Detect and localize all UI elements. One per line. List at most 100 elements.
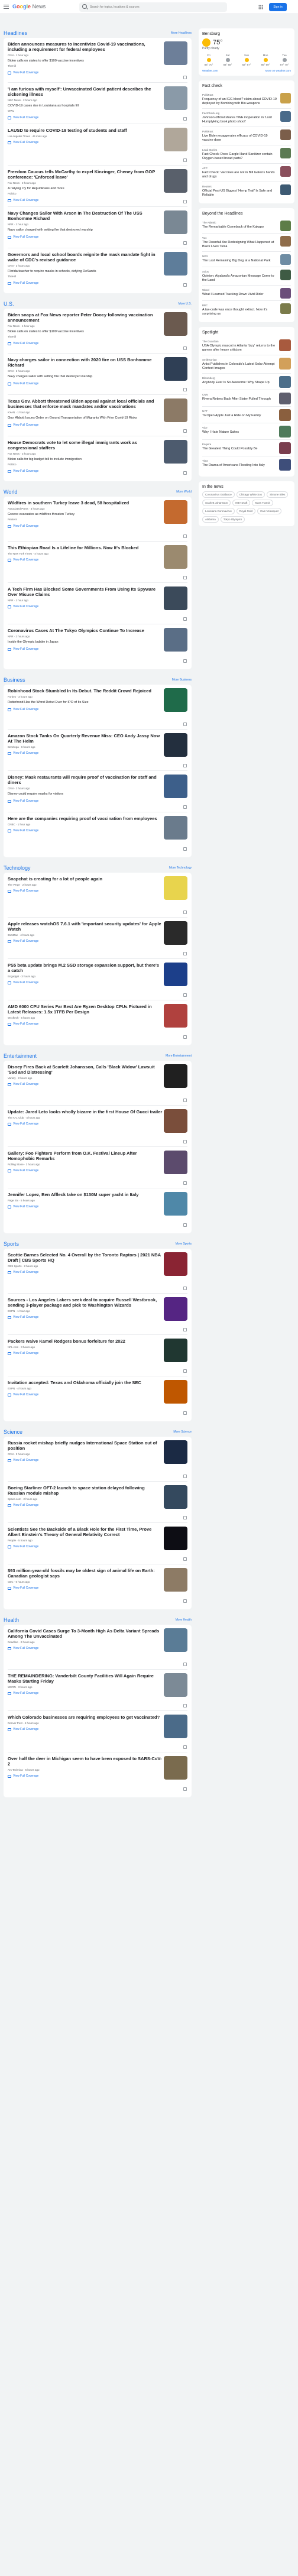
- related-story[interactable]: Greece evacuates as wildfires threaten T…: [8, 513, 163, 521]
- weather-source[interactable]: Weather.com: [202, 69, 218, 72]
- full-coverage-link[interactable]: View Full Coverage: [8, 382, 187, 385]
- share-icon[interactable]: [183, 1369, 187, 1373]
- story-title[interactable]: Which Colorado businesses are requiring …: [8, 1715, 163, 1720]
- story-title[interactable]: Navy Changes Sailor With Arson In The De…: [8, 210, 163, 221]
- story-title[interactable]: Disney Fires Back at Scarlett Johansson,…: [8, 1064, 163, 1075]
- story-thumbnail[interactable]: [164, 628, 187, 652]
- section-title[interactable]: Science: [4, 1429, 22, 1435]
- fact-check-item-thumbnail[interactable]: [280, 184, 291, 195]
- share-icon[interactable]: [183, 283, 187, 287]
- topic-chip[interactable]: Louisiana Coronavirus: [202, 508, 235, 514]
- fact-check-item-text[interactable]: Fact Check: Does Gargle Hand Sanitizer c…: [202, 153, 273, 160]
- sign-in-button[interactable]: Sign in: [269, 3, 287, 11]
- story-title[interactable]: Gallery: Foo Fighters Perform from O.K. …: [8, 1151, 163, 1161]
- topic-chip[interactable]: NBA Draft: [232, 500, 251, 506]
- story-thumbnail[interactable]: [164, 1380, 187, 1404]
- story-title[interactable]: Sources - Los Angeles Lakers seek deal t…: [8, 1297, 163, 1308]
- share-icon[interactable]: [183, 388, 187, 391]
- story-thumbnail[interactable]: [164, 1109, 187, 1133]
- beyond-headlines-item-thumbnail[interactable]: [280, 303, 291, 314]
- share-icon[interactable]: [183, 1328, 187, 1331]
- topic-chip[interactable]: Alabama: [202, 516, 219, 523]
- spotlight-item-thumbnail[interactable]: [279, 376, 291, 388]
- topic-chip[interactable]: Mass Transit: [252, 500, 273, 506]
- story-thumbnail[interactable]: [164, 86, 187, 110]
- story-title[interactable]: Navy charges sailor in connection with 2…: [8, 357, 163, 368]
- spotlight-item[interactable]: The Guardian USA Olympic mascot in Atlant…: [202, 337, 291, 355]
- related-story-title[interactable]: Florida teacher to require masks in scho…: [8, 270, 96, 273]
- related-story[interactable]: Inside the Olympic bubble in Japan: [8, 640, 163, 644]
- story-title[interactable]: Amazon Stock Tanks On Quarterly Revenue …: [8, 733, 163, 744]
- share-icon[interactable]: [183, 1035, 187, 1039]
- story-thumbnail[interactable]: [164, 440, 187, 464]
- topic-chip[interactable]: Scarlett Johansson: [202, 500, 231, 506]
- share-icon[interactable]: [183, 659, 187, 663]
- full-coverage-link[interactable]: View Full Coverage: [8, 524, 187, 528]
- story-title[interactable]: Boeing Starliner OFT-2 launch to space s…: [8, 1485, 163, 1496]
- full-coverage-link[interactable]: View Full Coverage: [8, 116, 187, 119]
- fact-check-item-text[interactable]: Johnson official shares TWE inoperation …: [202, 116, 272, 124]
- section-title[interactable]: Technology: [4, 865, 31, 871]
- story-thumbnail[interactable]: [164, 1715, 187, 1738]
- story-thumbnail[interactable]: [164, 1756, 187, 1780]
- beyond-headlines-item-text[interactable]: The Remarkable Comeback of the Kakapo: [202, 225, 264, 229]
- share-icon[interactable]: [183, 1704, 187, 1707]
- full-coverage-link[interactable]: View Full Coverage: [8, 829, 187, 832]
- story-thumbnail[interactable]: [164, 1192, 187, 1216]
- related-story[interactable]: Navy sailor charged with setting fire th…: [8, 228, 163, 232]
- story-title[interactable]: $93 million-year-old fossils may be olde…: [8, 1568, 163, 1579]
- full-coverage-link[interactable]: View Full Coverage: [8, 1393, 187, 1396]
- share-icon[interactable]: [183, 200, 187, 203]
- section-more-link[interactable]: More Technology: [169, 866, 192, 870]
- share-icon[interactable]: [183, 429, 187, 433]
- section-more-link[interactable]: More Headlines: [171, 31, 192, 35]
- section-more-link[interactable]: More Sports: [176, 1242, 192, 1246]
- spotlight-item-text[interactable]: Anybody Ever Is So Awesome: Why Shape Up: [202, 381, 270, 384]
- story-title[interactable]: Freedom Caucus tells McCarthy to expel K…: [8, 169, 163, 180]
- apps-grid-icon[interactable]: [258, 5, 263, 9]
- related-story[interactable]: Disney could require masks for visitors: [8, 792, 163, 796]
- full-coverage-link[interactable]: View Full Coverage: [8, 71, 187, 74]
- beyond-headlines-item-thumbnail[interactable]: [280, 270, 291, 280]
- section-title[interactable]: Business: [4, 677, 25, 683]
- full-coverage-link[interactable]: View Full Coverage: [8, 939, 187, 943]
- share-icon[interactable]: [183, 805, 187, 809]
- share-icon[interactable]: [183, 1557, 187, 1561]
- full-coverage-link[interactable]: View Full Coverage: [8, 1083, 187, 1086]
- topic-chip[interactable]: Simone Biles: [267, 491, 289, 498]
- spotlight-item-text[interactable]: Rivera Retires Back After Sister Pulled …: [202, 397, 271, 401]
- story-title[interactable]: AMD 6000 CPU Series Far Best Are Ryzen D…: [8, 1004, 163, 1015]
- spotlight-item-text[interactable]: The Drama of Americans Flooding Into Ita…: [202, 464, 265, 467]
- section-more-link[interactable]: More World: [176, 490, 192, 494]
- full-coverage-link[interactable]: View Full Coverage: [8, 1459, 187, 1462]
- story-title[interactable]: 'I am furious with myself': Unvaccinated…: [8, 86, 163, 97]
- share-icon[interactable]: [183, 117, 187, 121]
- story-thumbnail[interactable]: [164, 398, 187, 422]
- beyond-headlines-item-text[interactable]: A tax-code was once thought extinct. Now…: [202, 308, 267, 316]
- full-coverage-link[interactable]: View Full Coverage: [8, 1315, 187, 1319]
- story-thumbnail[interactable]: [164, 688, 187, 712]
- full-coverage-link[interactable]: View Full Coverage: [8, 423, 187, 427]
- story-thumbnail[interactable]: [164, 169, 187, 193]
- fact-check-item-thumbnail[interactable]: [280, 148, 291, 158]
- search-icon[interactable]: [82, 4, 87, 9]
- full-coverage-link[interactable]: View Full Coverage: [8, 141, 187, 144]
- full-coverage-link[interactable]: View Full Coverage: [8, 342, 187, 345]
- related-story-title[interactable]: Navy sailor charged with setting fire th…: [8, 228, 93, 232]
- spotlight-item[interactable]: Esquire The Greatest Thing Could Possibly…: [202, 440, 291, 456]
- full-coverage-link[interactable]: View Full Coverage: [8, 1728, 187, 1731]
- related-story[interactable]: Robinhood Has the Worst Debut Ever for I…: [8, 701, 163, 705]
- story-title[interactable]: A Tech Firm Has Blocked Some Governments…: [8, 587, 163, 597]
- share-icon[interactable]: [183, 1663, 187, 1666]
- share-icon[interactable]: [183, 471, 187, 475]
- spotlight-item-thumbnail[interactable]: [279, 426, 291, 438]
- spotlight-item-text[interactable]: The Greatest Thing Could Possibly Be: [202, 447, 257, 451]
- story-title[interactable]: California Covid Cases Surge To 3-Month …: [8, 1628, 163, 1639]
- related-story[interactable]: A rallying cry for Republicans and more P…: [8, 187, 163, 196]
- share-icon[interactable]: [183, 952, 187, 955]
- full-coverage-link[interactable]: View Full Coverage: [8, 1504, 187, 1507]
- fact-check-item[interactable]: PolitiFact Frequency of an IGG blood? cla…: [202, 90, 291, 109]
- beyond-headlines-item-thumbnail[interactable]: [280, 288, 291, 299]
- beyond-headlines-item[interactable]: Axios Opinion: Aiyaland's Amazonian Messa…: [202, 267, 291, 286]
- fact-check-item-text[interactable]: Frequency of an IGG blood? claim about C…: [202, 98, 277, 105]
